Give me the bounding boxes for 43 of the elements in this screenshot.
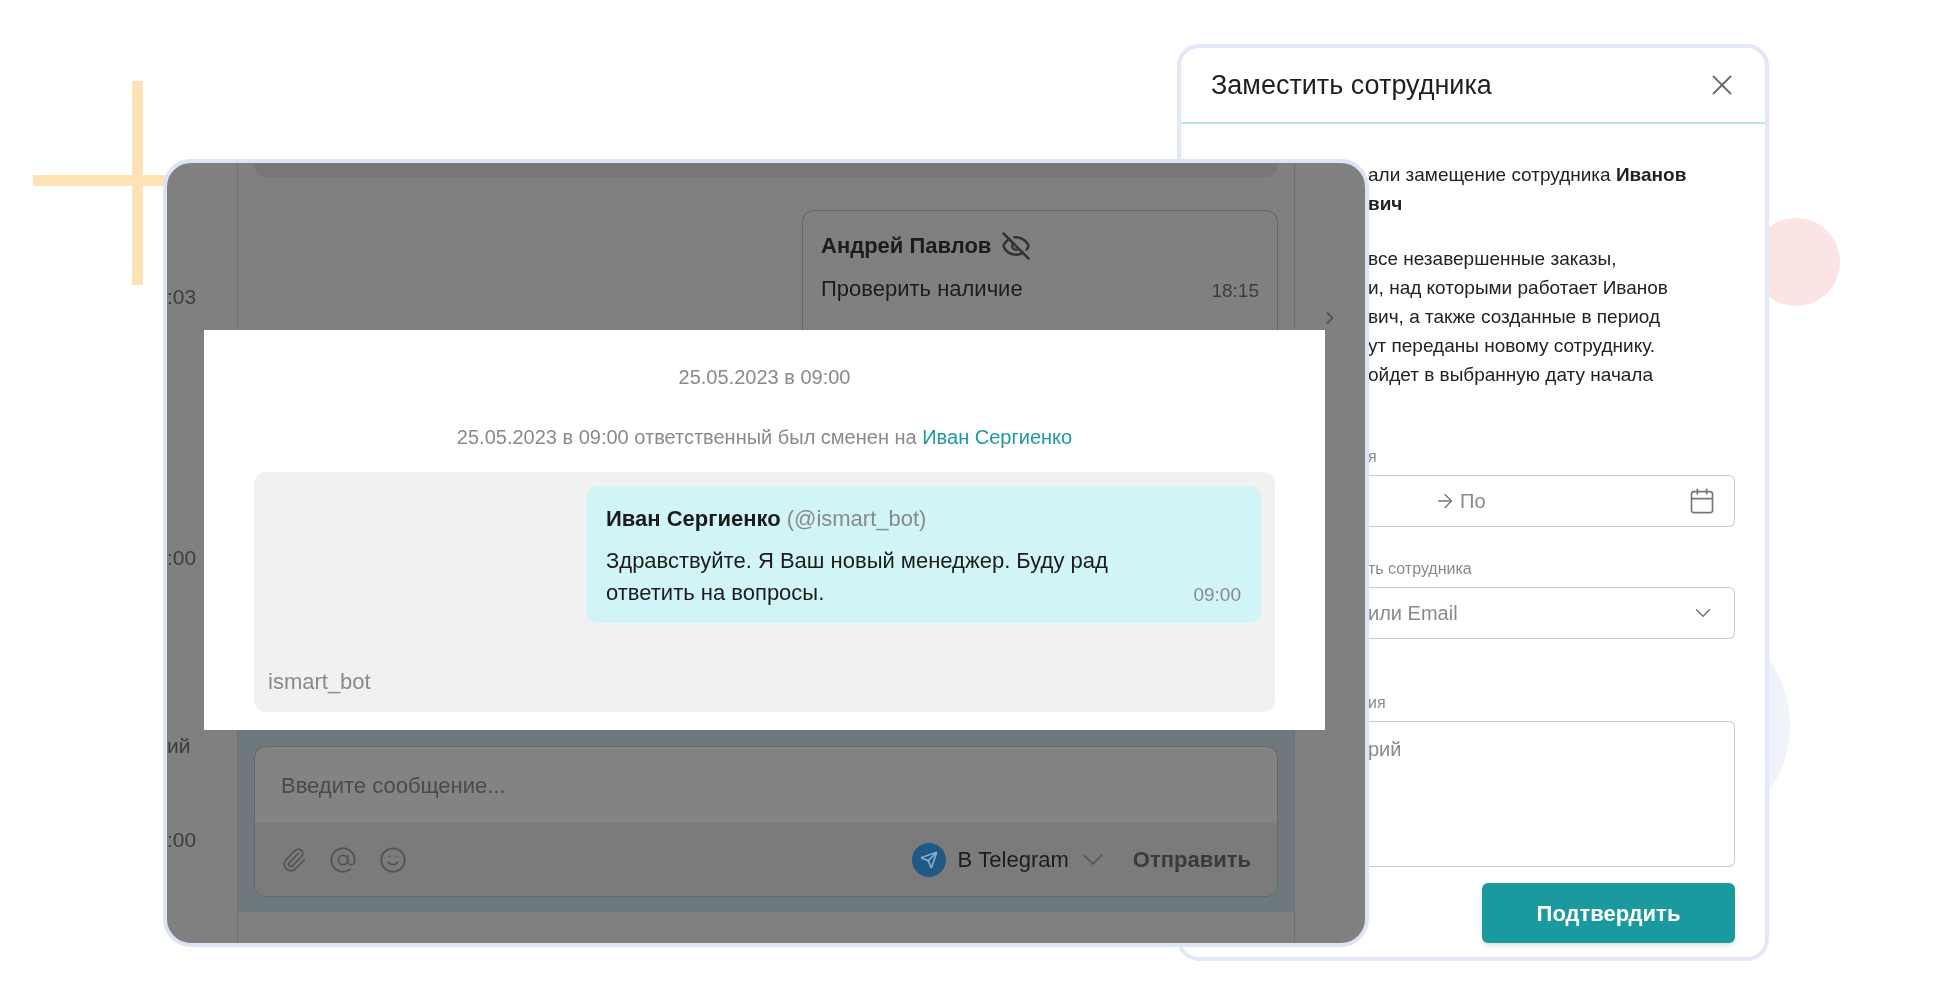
- message-author: Андрей Павлов: [821, 232, 992, 260]
- field-label: ть сотрудника: [1368, 559, 1473, 579]
- description-line: али замещение сотрудника Иванов: [1368, 163, 1688, 187]
- select-placeholder: или Email: [1368, 601, 1458, 626]
- field-label: ия: [1368, 693, 1387, 713]
- send-button[interactable]: Отправить: [1132, 843, 1251, 876]
- author-handle: (@ismart_bot): [786, 506, 927, 531]
- system-note: 25.05.2023 в 09:00 ответственный был сменен на Иван Сергиенко: [456, 425, 1073, 450]
- side-fragment: ий: [167, 733, 192, 759]
- side-fragment: :00: [167, 826, 198, 853]
- field-label: я: [1368, 447, 1378, 467]
- description-line: ут переданы новому сотруднику.: [1368, 334, 1657, 358]
- message-time: 18:15: [1211, 278, 1259, 303]
- description-line: ойдет в выбранную дату начала: [1368, 363, 1655, 387]
- employee-select[interactable]: или Email: [1368, 587, 1735, 639]
- description-line: вич, а также созданные в период: [1368, 305, 1662, 329]
- side-fragment: :00: [167, 545, 198, 571]
- comment-placeholder: рий: [1368, 738, 1402, 760]
- message-author: Иван Сергиенко (@ismart_bot): [606, 505, 928, 533]
- caret-icon: [1082, 854, 1103, 865]
- bot-name: ismart_bot: [268, 668, 372, 696]
- at-sign-icon[interactable]: [329, 845, 357, 874]
- side-fragment: :03: [167, 284, 198, 310]
- date-range-field[interactable]: По: [1368, 475, 1735, 527]
- employee-link[interactable]: Иван Сергиенко: [922, 426, 1073, 448]
- description-line: и, над которыми работает Иванов: [1368, 276, 1669, 300]
- message-composer[interactable]: Введите сообщение... В Telegram Отправить: [254, 746, 1278, 897]
- composer-placeholder: Введите сообщение...: [281, 771, 506, 800]
- date-divider: 25.05.2023 в 09:00: [678, 365, 851, 390]
- paperclip-icon[interactable]: [281, 846, 307, 873]
- telegram-icon: [911, 842, 946, 877]
- confirm-button[interactable]: Подтвердить: [1482, 883, 1735, 943]
- calendar-icon[interactable]: [1688, 487, 1716, 515]
- description-line: вич: [1368, 192, 1404, 216]
- channel-dropdown[interactable]: В Telegram: [957, 843, 1103, 876]
- message-time: 09:00: [1193, 582, 1241, 607]
- date-placeholder: По: [1460, 489, 1486, 514]
- description-line: все незавершенные заказы,: [1368, 247, 1618, 271]
- message-text: Здравствуйте. Я Ваш новый менеджер. Буду рад ответить на вопросы.: [606, 547, 1109, 607]
- message-text: Проверить наличие: [821, 275, 1023, 303]
- eye-off-icon: [1001, 230, 1032, 261]
- dialog-title: Заместить сотрудника: [1211, 68, 1492, 102]
- smile-icon[interactable]: [379, 845, 407, 874]
